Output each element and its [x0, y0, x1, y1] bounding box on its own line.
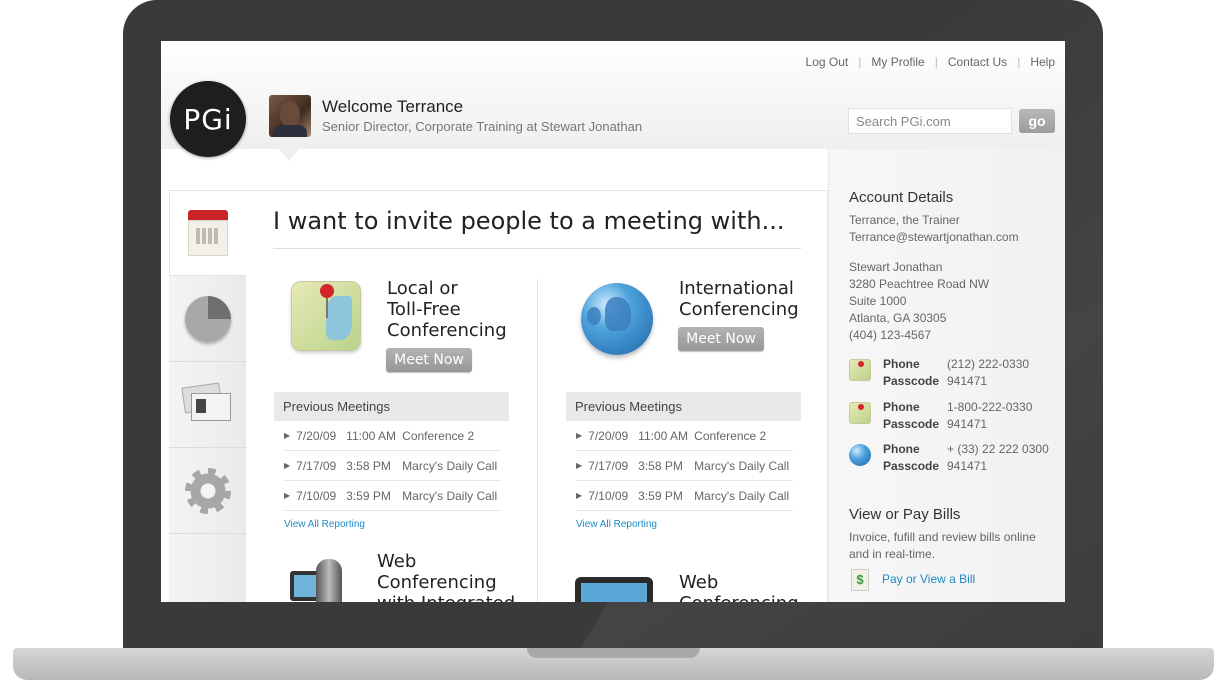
- web-conferencing-title: Web Conferencing: [679, 572, 799, 602]
- laptop-notch: [527, 648, 700, 658]
- screen: Log Out | My Profile | Contact Us | Help…: [161, 41, 1065, 602]
- account-name: Terrance, the Trainer: [849, 213, 960, 227]
- international-meet-now-button[interactable]: Meet Now: [678, 327, 764, 351]
- rail-item-settings[interactable]: [169, 448, 246, 534]
- pie-chart-icon: [184, 295, 231, 342]
- international-meetings-list: ▶ 7/20/09 11:00 AM Conference 2 ▶ 7/17/09 3:5…: [576, 421, 793, 511]
- map-icon: [849, 402, 871, 424]
- international-conferencing-title: International Conferencing: [679, 278, 799, 320]
- international-view-all-reporting-link[interactable]: View All Reporting: [576, 519, 657, 530]
- left-icon-rail: [169, 190, 246, 602]
- local-meetings-list: ▶ 7/20/09 11:00 AM Conference 2 ▶ 7/17/09 3:5…: [284, 421, 501, 511]
- globe-icon: [849, 444, 871, 466]
- screen-icon[interactable]: [575, 577, 653, 602]
- rail-item-reports[interactable]: [169, 276, 246, 362]
- globe-icon[interactable]: [581, 283, 653, 355]
- address-street: 3280 Peachtree Road NW: [849, 277, 990, 291]
- local-conferencing-title: Local or Toll-Free Conferencing: [387, 278, 507, 341]
- help-link[interactable]: Help: [1030, 55, 1055, 69]
- pgi-logo[interactable]: PGi: [170, 81, 246, 157]
- welcome-text: Welcome Terrance: [322, 97, 464, 116]
- local-previous-meetings-header: Previous Meetings: [274, 392, 509, 421]
- account-sidebar: Account Details Terrance, the Trainer Te…: [828, 149, 1065, 602]
- account-details-title: Account Details: [849, 189, 954, 206]
- bill-icon: $: [851, 569, 869, 591]
- my-profile-link[interactable]: My Profile: [871, 55, 924, 69]
- phone-entry: Phone 1-800-222-0330 Passcode 941471: [849, 398, 1059, 432]
- main-panel: I want to invite people to a meeting wit…: [246, 190, 828, 602]
- local-view-all-reporting-link[interactable]: View All Reporting: [284, 519, 365, 530]
- address-company: Stewart Jonathan: [849, 260, 943, 274]
- profile-pointer: [279, 149, 299, 161]
- web-integrated-conferencing-title: Web Conferencing with Integrated: [377, 551, 515, 602]
- contact-cards-icon: [180, 381, 233, 425]
- account-email: Terrance@stewartjonathan.com: [849, 230, 1019, 244]
- search-input[interactable]: Search PGi.com: [848, 108, 1012, 134]
- microphone-laptop-icon[interactable]: [290, 559, 352, 602]
- gear-icon: [184, 467, 231, 514]
- rail-item-contacts[interactable]: [169, 362, 246, 448]
- list-item[interactable]: ▶ 7/17/09 3:58 PM Marcy's Daily Call: [576, 451, 793, 481]
- phone-entry: Phone (212) 222-0330 Passcode 941471: [849, 355, 1059, 389]
- address-phone: (404) 123-4567: [849, 328, 932, 342]
- address-city: Atlanta, GA 30305: [849, 311, 947, 325]
- list-item[interactable]: ▶ 7/17/09 3:58 PM Marcy's Daily Call: [284, 451, 501, 481]
- pay-bill-link[interactable]: Pay or View a Bill: [882, 572, 975, 586]
- page-title: I want to invite people to a meeting wit…: [273, 207, 785, 235]
- avatar[interactable]: [269, 95, 311, 137]
- list-item[interactable]: ▶ 7/20/09 11:00 AM Conference 2: [284, 421, 501, 451]
- top-links: Log Out | My Profile | Contact Us | Help: [805, 55, 1055, 69]
- contact-us-link[interactable]: Contact Us: [948, 55, 1007, 69]
- list-item[interactable]: ▶ 7/10/09 3:59 PM Marcy's Daily Call: [284, 481, 501, 511]
- laptop-mockup: Log Out | My Profile | Contact Us | Help…: [0, 0, 1227, 680]
- list-item[interactable]: ▶ 7/20/09 11:00 AM Conference 2: [576, 421, 793, 451]
- user-subtitle: Senior Director, Corporate Training at S…: [322, 119, 643, 134]
- address-suite: Suite 1000: [849, 294, 907, 308]
- local-meet-now-button[interactable]: Meet Now: [386, 348, 472, 372]
- view-pay-bills-title: View or Pay Bills: [849, 506, 961, 523]
- calendar-icon: [188, 210, 228, 256]
- header: Log Out | My Profile | Contact Us | Help…: [161, 41, 1065, 149]
- bills-description: Invoice, fufill and review bills online …: [849, 530, 1036, 561]
- international-previous-meetings-header: Previous Meetings: [566, 392, 801, 421]
- rail-item-calendar[interactable]: [169, 190, 246, 276]
- map-icon: [849, 359, 871, 381]
- logout-link[interactable]: Log Out: [806, 55, 849, 69]
- map-icon[interactable]: [291, 281, 361, 351]
- search-go-button[interactable]: go: [1019, 109, 1055, 133]
- phone-entry: Phone + (33) 22 222 0300 Passcode 941471: [849, 440, 1059, 474]
- list-item[interactable]: ▶ 7/10/09 3:59 PM Marcy's Daily Call: [576, 481, 793, 511]
